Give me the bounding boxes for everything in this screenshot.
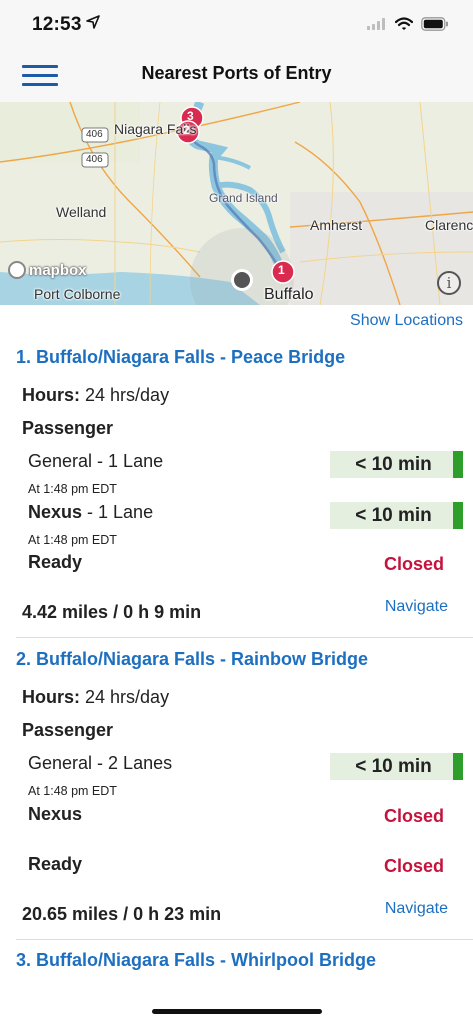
wait-time-badge: < 10 min [330,753,463,780]
port-title[interactable]: 3. Buffalo/Niagara Falls - Whirlpool Bri… [16,950,376,971]
marker-2-label[interactable]: 2 [183,123,190,137]
mapbox-logo-icon [8,261,26,279]
marker-3-label[interactable]: 3 [187,109,194,123]
map-label-clarence: Clarence [425,217,473,233]
battery-icon [421,17,448,31]
mapbox-attribution: mapbox [29,261,87,279]
port-title[interactable]: 1. Buffalo/Niagara Falls - Peace Bridge [16,347,345,368]
lane-name: General - 1 Lane [28,451,164,471]
port-card: 2. Buffalo/Niagara Falls - Rainbow Bridg… [0,649,473,939]
lane-name: Nexus [28,804,83,824]
divider [16,939,473,940]
location-arrow-icon [86,15,100,29]
lane-name: General - 2 Lanes [28,753,173,773]
highway-shield-label: 406 [86,154,103,165]
lane-row: Nexus Closed [0,804,473,850]
map-info-button[interactable]: i [437,271,461,295]
mapbox-logo: mapbox [8,261,87,279]
status-time: 12:53 [32,14,82,35]
hours-label: Hours: [22,687,80,707]
navigate-link[interactable]: Navigate [385,598,448,616]
lane-row: General - 2 Lanes At 1:48 pm EDT < 10 mi… [0,753,473,799]
distance-duration: 20.65 miles / 0 h 23 min [22,904,222,924]
lane-update-time: At 1:48 pm EDT [28,533,117,547]
map-label-grand-island: Grand Island [209,191,278,205]
map-label-buffalo: Buffalo [264,286,314,303]
marker-1-label[interactable]: 1 [278,263,285,277]
distance-duration: 4.42 miles / 0 h 9 min [22,602,202,622]
hours-label: Hours: [22,385,80,405]
lane-name: Ready [28,552,83,572]
show-locations-link[interactable]: Show Locations [350,312,463,330]
lane-name: Nexus - 1 Lane [28,502,154,522]
map-label-welland: Welland [56,204,107,220]
hours-row: Hours: 24 hrs/day [22,687,169,708]
port-card: 1. Buffalo/Niagara Falls - Peace Bridge … [0,347,473,637]
port-title[interactable]: 2. Buffalo/Niagara Falls - Rainbow Bridg… [16,649,368,670]
map-label-port-colborne: Port Colborne [34,286,121,302]
port-card: 3. Buffalo/Niagara Falls - Whirlpool Bri… [0,950,473,990]
lane-status-closed: Closed [383,806,444,826]
lane-status-closed: Closed [383,856,444,876]
cellular-signal-icon [367,18,385,30]
hours-value: 24 hrs/day [85,385,170,405]
home-indicator[interactable] [152,1009,322,1014]
lane-status-closed: Closed [383,554,444,574]
wifi-icon [395,17,413,30]
map-view[interactable]: Niagara Falls Welland Grand Island Amher… [0,102,473,305]
hours-value: 24 hrs/day [85,687,170,707]
lane-row: Ready Closed [0,552,473,598]
lane-row: General - 1 Lane At 1:48 pm EDT < 10 min [0,451,473,497]
section-heading: Passenger [22,720,114,740]
status-bar: 12:53 [0,0,473,48]
lane-update-time: At 1:48 pm EDT [28,784,117,798]
divider [16,637,473,638]
wait-time-badge: < 10 min [330,502,463,529]
navigate-link[interactable]: Navigate [385,900,448,918]
lane-update-time: At 1:48 pm EDT [28,482,117,496]
section-heading: Passenger [22,418,114,438]
highway-shield-label: 406 [86,129,103,140]
hours-row: Hours: 24 hrs/day [22,385,169,406]
lane-name: Ready [28,854,83,874]
lane-row: Ready Closed [0,854,473,900]
wait-time-badge: < 10 min [330,451,463,478]
status-icons [367,16,449,32]
lane-row: Nexus - 1 Lane At 1:48 pm EDT < 10 min [0,502,473,548]
map-label-amherst: Amherst [310,217,363,233]
navigation-bar: Nearest Ports of Entry [0,48,473,102]
page-title: Nearest Ports of Entry [141,63,332,83]
